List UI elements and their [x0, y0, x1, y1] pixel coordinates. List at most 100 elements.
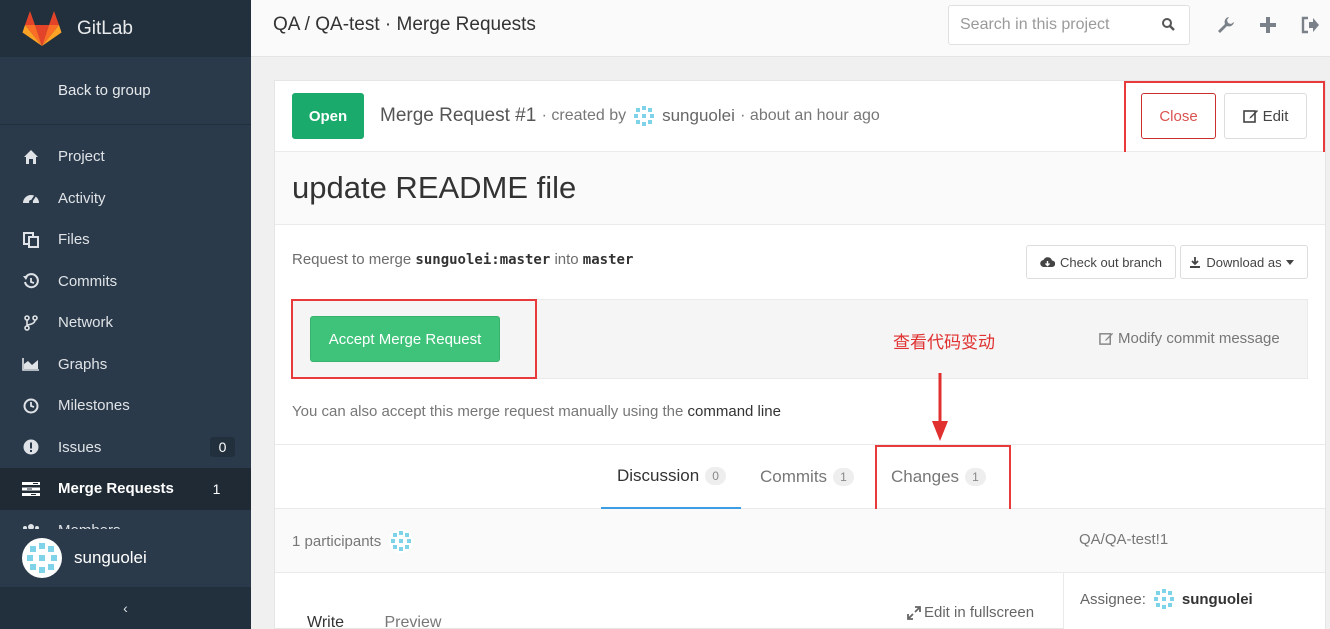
- check-out-branch-label: Check out branch: [1060, 254, 1162, 270]
- back-to-group-link[interactable]: Back to group: [0, 57, 251, 125]
- sidebar-item-label: Graphs: [58, 355, 108, 373]
- annotation-arrow-icon: [932, 373, 948, 441]
- sidebar-item-issues[interactable]: Issues 0: [0, 427, 251, 469]
- sign-out-icon[interactable]: [1299, 14, 1321, 36]
- wrench-icon[interactable]: [1215, 14, 1237, 36]
- sidebar-item-label: Files: [58, 231, 90, 249]
- assignee-name[interactable]: sunguolei: [1182, 591, 1253, 608]
- caret-down-icon: [1285, 259, 1294, 265]
- assignee-avatar[interactable]: [1151, 587, 1176, 611]
- assignee: Assignee: sunguolei: [1080, 587, 1253, 611]
- tab-discussion[interactable]: Discussion 0: [601, 445, 741, 509]
- brand-name[interactable]: GitLab: [77, 18, 133, 40]
- home-icon: [22, 148, 40, 166]
- files-icon: [22, 231, 40, 249]
- merge-branch-info: Request to merge sunguolei:master into m…: [292, 251, 633, 268]
- mr-header: Open Merge Request #1 · created by sungu…: [275, 81, 1325, 154]
- tab-count: 1: [833, 468, 854, 486]
- tab-write[interactable]: Write: [307, 614, 344, 629]
- modify-commit-message-label: Modify commit message: [1118, 330, 1280, 347]
- sidebar-item-activity[interactable]: Activity: [0, 178, 251, 220]
- sidebar-item-label: Merge Requests: [58, 480, 174, 498]
- mr-heading: Merge Request #1: [380, 105, 537, 126]
- sidebar-item-label: Activity: [58, 189, 106, 207]
- sidebar-header: GitLab: [0, 0, 251, 57]
- assignee-label: Assignee:: [1080, 590, 1146, 608]
- tab-count: 0: [705, 467, 726, 485]
- sidebar-item-label: Project: [58, 148, 105, 166]
- mr-title: update README file: [292, 170, 577, 205]
- mr-meta: Merge Request #1 · created by sunguolei …: [380, 104, 880, 128]
- edit-icon: [1099, 332, 1114, 345]
- annotation-text: 查看代码变动: [893, 333, 995, 352]
- exclamation-circle-icon: [22, 438, 40, 456]
- participants-label: 1 participants: [292, 532, 382, 550]
- mr-title-row: update README file: [275, 152, 1325, 225]
- modify-commit-message-link[interactable]: Modify commit message: [1099, 330, 1280, 347]
- command-line-link[interactable]: command line: [688, 403, 781, 420]
- dashboard-icon: [22, 189, 40, 207]
- sidebar-item-milestones[interactable]: Milestones: [0, 385, 251, 427]
- request-prefix: Request to merge: [292, 251, 412, 268]
- source-branch: sunguolei:master: [415, 252, 551, 268]
- sidebar-item-label: Milestones: [58, 397, 130, 415]
- edit-fullscreen-label: Edit in fullscreen: [924, 604, 1035, 621]
- download-icon: [1190, 257, 1201, 268]
- sidebar-username: sunguolei: [74, 548, 147, 567]
- sidebar-collapse-button[interactable]: ‹: [0, 587, 251, 629]
- gitlab-logo-icon[interactable]: [22, 9, 62, 49]
- cloud-download-icon: [1040, 256, 1056, 267]
- highlight-box-changes: [875, 445, 1011, 511]
- status-badge: Open: [292, 93, 364, 139]
- search-icon[interactable]: [1162, 18, 1175, 35]
- sidebar-item-network[interactable]: Network: [0, 302, 251, 344]
- area-chart-icon: [22, 355, 40, 373]
- command-line-hint: You can also accept this merge request m…: [292, 403, 781, 420]
- participants-row: 1 participants QA/QA-test!1: [275, 509, 1325, 573]
- clock-icon: [22, 397, 40, 415]
- sidebar-item-label: Network: [58, 314, 114, 332]
- merge-requests-count-badge: 1: [212, 480, 221, 497]
- target-branch: master: [582, 252, 634, 268]
- sidebar-item-project[interactable]: Project: [0, 136, 251, 178]
- hint-text: You can also accept this merge request m…: [292, 403, 684, 420]
- merge-request-panel: Open Merge Request #1 · created by sungu…: [274, 80, 1326, 629]
- project-reference: QA/QA-test!1: [1079, 531, 1169, 548]
- mr-tabs: Discussion 0 Commits 1 Changes 1: [275, 444, 1325, 511]
- search-input[interactable]: [949, 6, 1149, 44]
- sidebar-item-label: Issues: [58, 438, 102, 456]
- history-icon: [22, 272, 40, 290]
- plus-icon[interactable]: [1257, 14, 1279, 36]
- avatar: [22, 538, 62, 578]
- code-fork-icon: [22, 314, 40, 332]
- search-box: [948, 5, 1190, 45]
- created-time: · about an hour ago: [740, 107, 880, 124]
- sidebar-item-label: Commits: [58, 272, 118, 290]
- sidebar-right: Assignee: sunguolei: [1063, 573, 1325, 629]
- sidebar-item-commits[interactable]: Commits: [0, 261, 251, 303]
- download-as-dropdown[interactable]: Download as: [1180, 245, 1308, 279]
- sidebar: GitLab Back to group Project Activity Fi…: [0, 0, 251, 629]
- author-avatar[interactable]: [632, 104, 657, 128]
- sidebar-item-merge-requests[interactable]: Merge Requests 1: [0, 468, 251, 510]
- sidebar-nav: Project Activity Files Commits Network G…: [0, 125, 251, 551]
- sidebar-item-graphs[interactable]: Graphs: [0, 344, 251, 386]
- editor-tabs: Write Preview: [307, 614, 441, 629]
- top-bar: QA / QA-test · Merge Requests: [251, 0, 1330, 57]
- highlight-box-accept: [291, 299, 537, 379]
- edit-fullscreen-link[interactable]: Edit in fullscreen: [907, 604, 1034, 621]
- participants: 1 participants: [292, 529, 419, 553]
- sidebar-user[interactable]: sunguolei: [0, 529, 251, 587]
- participant-avatar[interactable]: [389, 529, 414, 553]
- check-out-branch-button[interactable]: Check out branch: [1026, 245, 1176, 279]
- issues-count-badge: 0: [210, 437, 235, 458]
- tab-label: Commits: [760, 467, 828, 486]
- tab-preview[interactable]: Preview: [385, 614, 442, 629]
- sidebar-item-files[interactable]: Files: [0, 219, 251, 261]
- author-link[interactable]: sunguolei: [662, 106, 735, 126]
- tab-commits[interactable]: Commits 1: [760, 445, 854, 509]
- tab-label: Discussion: [617, 466, 700, 485]
- created-by-text: · created by: [541, 107, 627, 124]
- page-title: QA / QA-test · Merge Requests: [273, 14, 536, 35]
- into-text: into: [554, 251, 579, 268]
